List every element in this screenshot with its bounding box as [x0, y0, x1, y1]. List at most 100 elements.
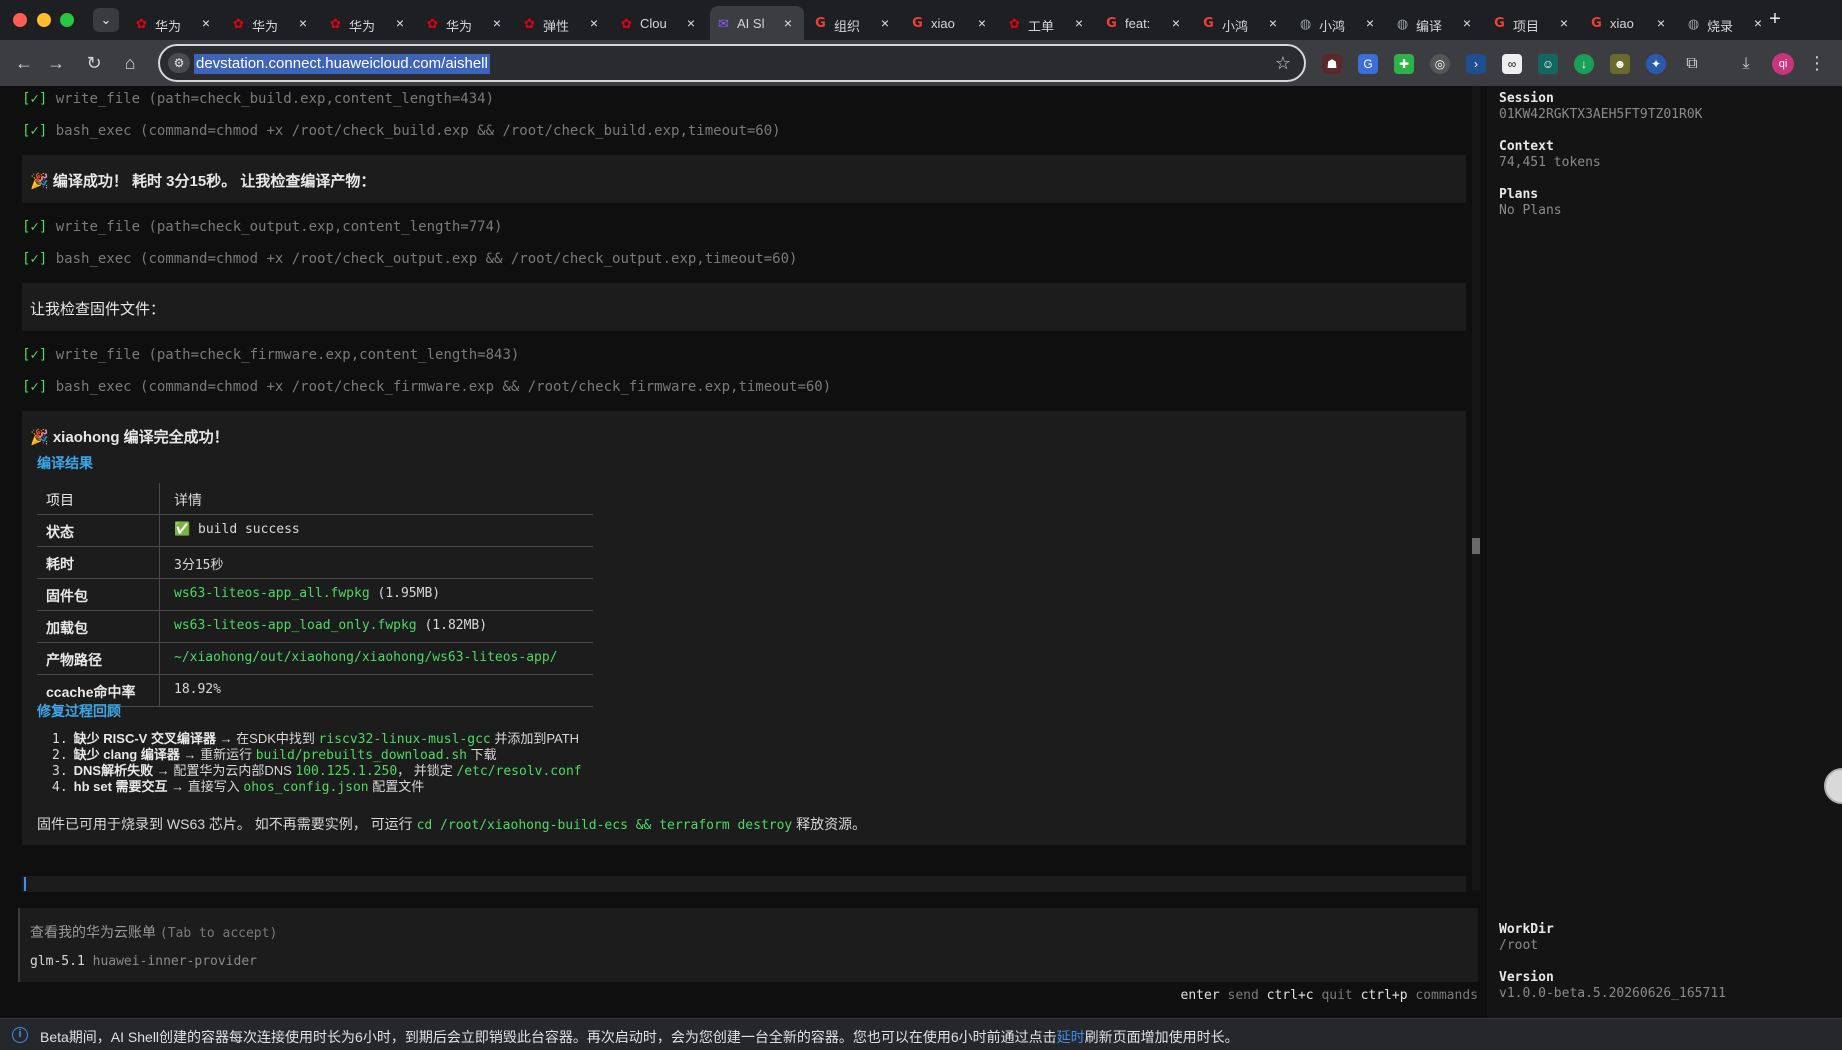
site-info-icon[interactable]: ⚙ — [168, 53, 190, 73]
downloads-icon[interactable]: ⤓ — [1736, 54, 1756, 74]
tab-close-icon[interactable]: × — [1071, 15, 1087, 31]
url-text[interactable]: devstation.connect.huaweicloud.com/aishe… — [194, 54, 490, 74]
browser-toolbar: ← → ↻ ⌂ ⚙ devstation.connect.huaweicloud… — [0, 40, 1842, 86]
table-value: ws63-liteos-app_all.fwpkg (1.95MB) — [174, 586, 441, 601]
tab-close-icon[interactable]: × — [1556, 15, 1572, 31]
browser-tab[interactable]: ✉ AI Sl × — [710, 6, 804, 40]
extension-robot-icon[interactable]: ☺ — [1538, 54, 1558, 74]
extension-terminal-icon[interactable]: › — [1466, 54, 1486, 74]
aishell-app: [✓] write_file (path=check_build.exp,con… — [0, 86, 1842, 1018]
extension-download-icon[interactable]: ↓ — [1574, 54, 1594, 74]
extension-frog-icon[interactable]: ☻ — [1610, 54, 1630, 74]
tool-call-line: [✓] write_file (path=check_firmware.exp,… — [22, 347, 520, 363]
extend-link[interactable]: 延时 — [1057, 1029, 1085, 1045]
tab-label: 工单 — [1028, 19, 1055, 32]
extension-link-icon[interactable]: ∞ — [1502, 54, 1522, 74]
window-maximize-button[interactable] — [60, 13, 74, 27]
shortcut-label: quit — [1321, 988, 1353, 1003]
tool-call-line: [✓] bash_exec (command=chmod +x /root/ch… — [22, 251, 798, 267]
browser-tab[interactable]: ◍ 小鸿 × — [1292, 6, 1386, 40]
table-header-row: 项目 详情 — [37, 483, 593, 515]
table-value: ~/xiaohong/out/xiaohong/xiaohong/ws63-li… — [174, 650, 558, 665]
globe-icon: ◍ — [1687, 16, 1700, 31]
window-close-button[interactable] — [13, 13, 27, 27]
browser-tab[interactable]: ✿ 弹性 × — [516, 6, 610, 40]
browser-tab[interactable]: ✿ 华为 × — [322, 6, 416, 40]
shortcut-label: send — [1227, 988, 1259, 1003]
tab-label: 华为 — [155, 19, 182, 32]
reload-icon[interactable]: ↻ — [82, 51, 106, 75]
browser-tab[interactable]: ✿ 华为 × — [225, 6, 319, 40]
tab-search-chevron-icon[interactable]: ⌄ — [93, 8, 119, 32]
browser-menu-icon[interactable]: ⋮ — [1807, 51, 1827, 75]
back-arrow-icon[interactable]: ← — [12, 51, 36, 75]
extension-openai-icon[interactable]: ◎ — [1430, 54, 1450, 74]
forward-arrow-icon[interactable]: → — [44, 51, 68, 75]
report-title: 🎉 xiaohong 编译完全成功！ — [30, 429, 229, 446]
browser-tab[interactable]: ◍ 编译 × — [1389, 6, 1483, 40]
tab-close-icon[interactable]: × — [392, 15, 408, 31]
command-input[interactable] — [22, 876, 1466, 892]
table-value: 3分15秒 — [174, 558, 224, 573]
shortcut-key: enter — [1180, 988, 1220, 1003]
extension-ghost-icon[interactable]: ☗ — [1322, 54, 1342, 74]
browser-tab[interactable]: G 小鸿 × — [1195, 6, 1289, 40]
tab-close-icon[interactable]: × — [780, 15, 796, 31]
tab-close-icon[interactable]: × — [198, 15, 214, 31]
scrollbar[interactable] — [1472, 86, 1480, 890]
tab-close-icon[interactable]: × — [1653, 15, 1669, 31]
browser-tab[interactable]: ✿ 华为 × — [128, 6, 222, 40]
tab-close-icon[interactable]: × — [586, 15, 602, 31]
assistant-message: 🎉 编译成功！ 耗时 3分15秒。 让我检查编译产物： — [22, 155, 1466, 203]
tool-call-line: [✓] write_file (path=check_output.exp,co… — [22, 219, 503, 235]
prompt-suggestion[interactable]: 查看我的华为云账单 (Tab to accept) — [30, 922, 277, 942]
extension-translate-icon[interactable]: G — [1358, 54, 1378, 74]
tab-close-icon[interactable]: × — [489, 15, 505, 31]
new-tab-plus-icon[interactable]: + — [1763, 8, 1787, 32]
scrollbar-thumb[interactable] — [1472, 538, 1480, 554]
version-value: v1.0.0-beta.5.20260626_165711 — [1499, 986, 1726, 1001]
tab-close-icon[interactable]: × — [877, 15, 893, 31]
result-heading: 编译结果 — [37, 455, 93, 471]
tab-label: 小鸿 — [1319, 19, 1346, 32]
extension-puzzle-green-icon[interactable]: ✚ — [1394, 54, 1414, 74]
profile-avatar[interactable]: qi — [1772, 53, 1794, 75]
browser-tab[interactable]: ✿ Clou × — [613, 6, 707, 40]
browser-tab[interactable]: Gfeat: × — [1098, 6, 1192, 40]
browser-tab[interactable]: ✿ 工单 × — [1001, 6, 1095, 40]
workdir-label: WorkDir — [1499, 922, 1554, 937]
browser-tab[interactable]: G 组织 × — [807, 6, 901, 40]
tab-label: 华为 — [446, 19, 473, 32]
browser-tab[interactable]: ✿ 华为 × — [419, 6, 513, 40]
browser-tab[interactable]: Gxiao × — [1583, 6, 1677, 40]
prompt-box[interactable]: 查看我的华为云账单 (Tab to accept) glm-5.1 huawei… — [18, 908, 1478, 982]
fix-heading: 修复过程回顾 — [37, 703, 121, 719]
table-header-value: 详情 — [174, 492, 202, 508]
tab-label: 弹性 — [543, 19, 570, 32]
tab-label: Clou — [640, 16, 667, 31]
model-indicator[interactable]: glm-5.1 huawei-inner-provider — [30, 954, 257, 969]
tab-close-icon[interactable]: × — [1459, 15, 1475, 31]
table-value: ws63-liteos-app_load_only.fwpkg (1.82MB) — [174, 618, 488, 633]
tab-close-icon[interactable]: × — [1168, 15, 1184, 31]
tab-close-icon[interactable]: × — [1265, 15, 1281, 31]
bookmark-star-icon[interactable]: ☆ — [1272, 52, 1294, 74]
tab-close-icon[interactable]: × — [295, 15, 311, 31]
browser-tab[interactable]: ◍ 烧录 × — [1680, 6, 1774, 40]
tab-close-icon[interactable]: × — [683, 15, 699, 31]
extensions-puzzle-icon[interactable]: ⧉ — [1682, 54, 1702, 74]
table-row: 耗时 3分15秒 — [37, 547, 593, 579]
tab-close-icon[interactable]: × — [1362, 15, 1378, 31]
tab-close-icon[interactable]: × — [974, 15, 990, 31]
tool-call-line: [✓] write_file (path=check_build.exp,con… — [22, 91, 495, 107]
browser-tab[interactable]: Gxiao × — [904, 6, 998, 40]
browser-tab[interactable]: G 项目 × — [1486, 6, 1580, 40]
tab-label: 小鸿 — [1222, 19, 1249, 32]
home-icon[interactable]: ⌂ — [118, 51, 142, 75]
plans-label: Plans — [1499, 187, 1539, 202]
chat-log: [✓] write_file (path=check_build.exp,con… — [0, 86, 1480, 1018]
window-minimize-button[interactable] — [37, 13, 51, 27]
extension-bird-icon[interactable]: ✦ — [1646, 54, 1666, 74]
address-bar[interactable]: ⚙ devstation.connect.huaweicloud.com/ais… — [158, 44, 1306, 82]
table-key: 产物路径 — [46, 652, 102, 668]
